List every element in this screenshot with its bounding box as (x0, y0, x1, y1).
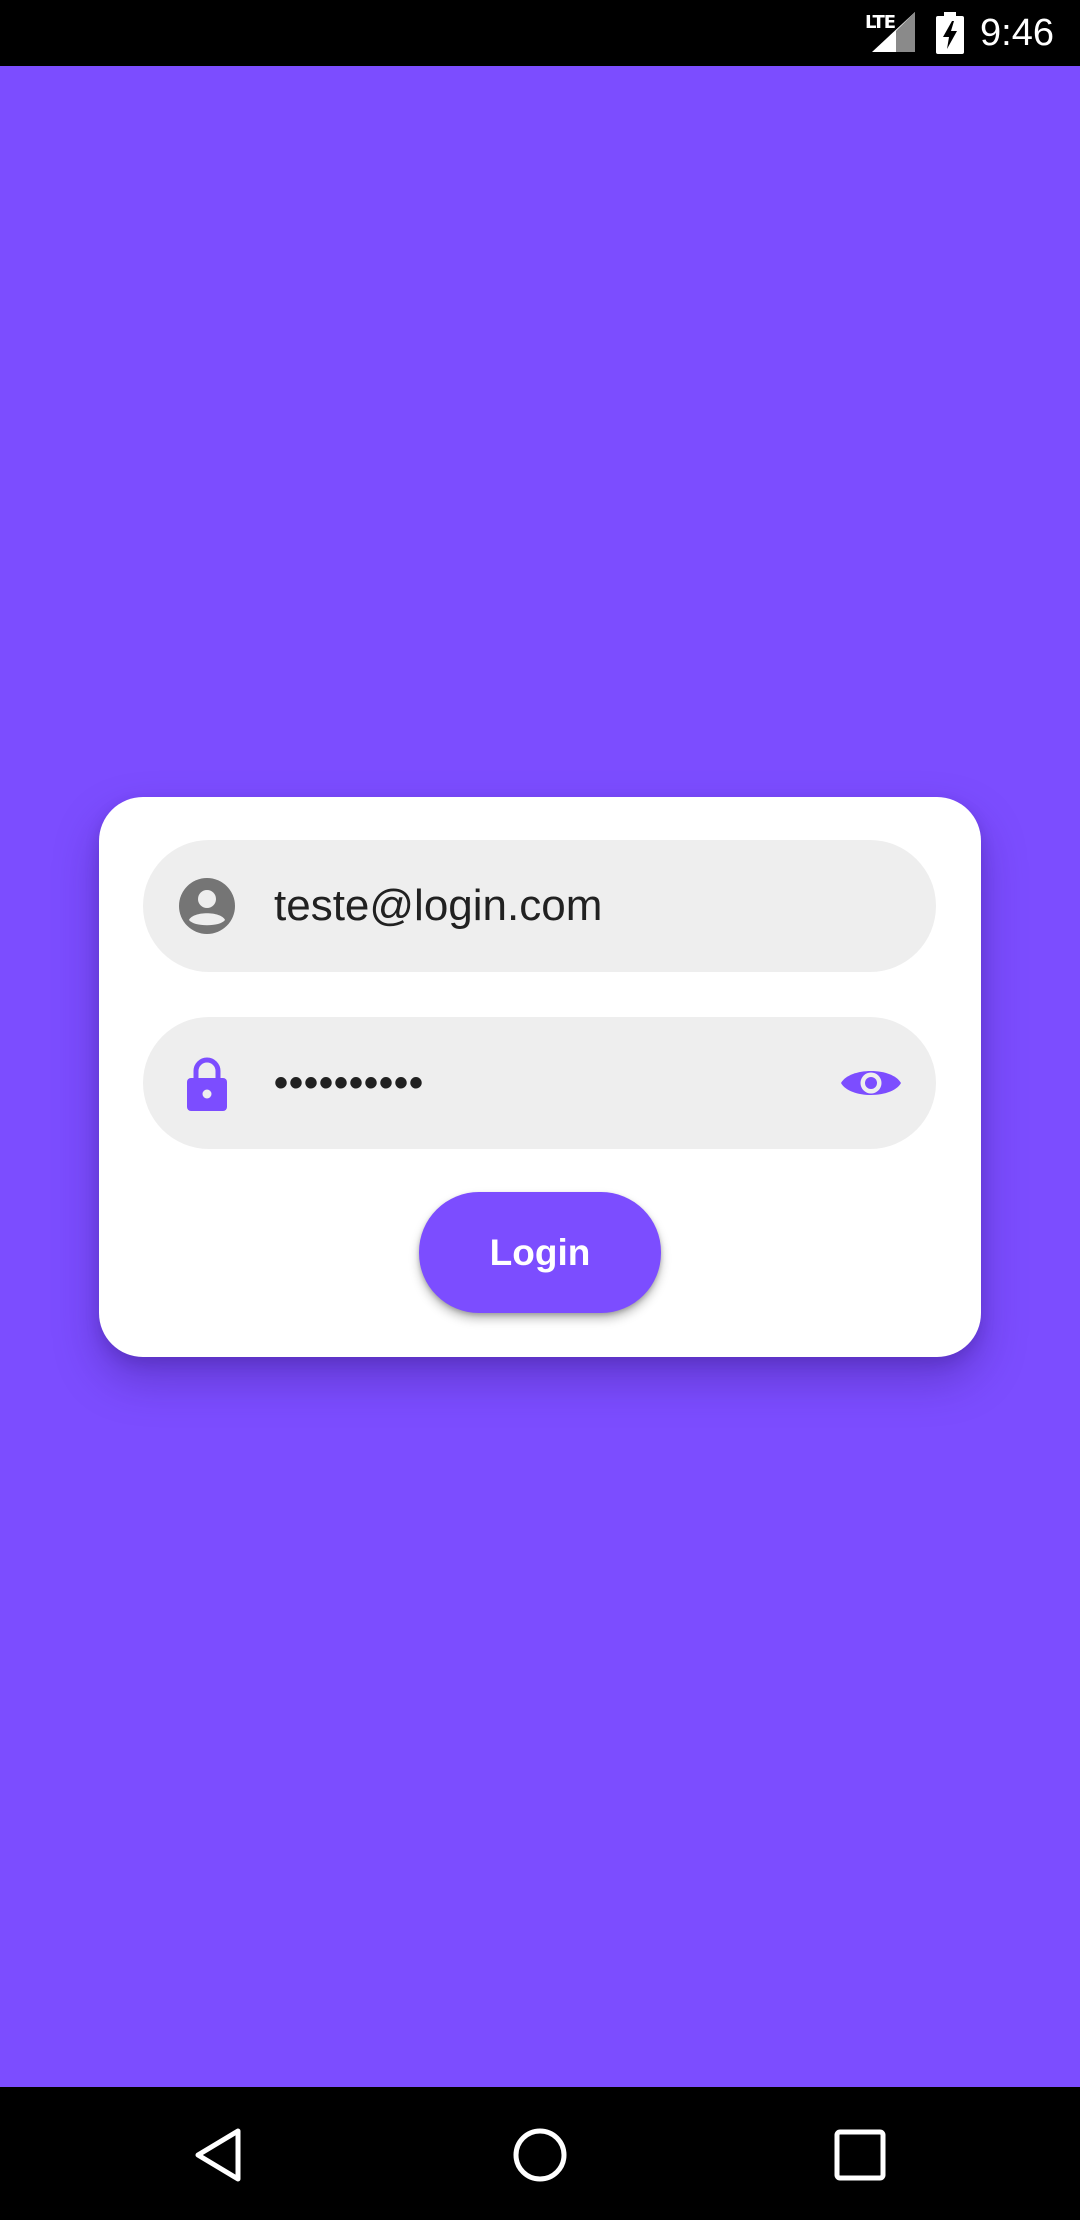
back-triangle-icon[interactable] (190, 2125, 250, 2185)
cell-signal-icon (872, 12, 915, 52)
email-input[interactable]: teste@login.com (274, 840, 602, 972)
login-button[interactable]: Login (419, 1192, 661, 1313)
clock: 9:46 (980, 12, 1054, 54)
battery-charging-icon (936, 12, 964, 54)
account-circle-icon (179, 878, 235, 934)
password-field[interactable]: •••••••••• (143, 1017, 936, 1149)
login-card: teste@login.com •••••••••• Login (99, 797, 981, 1357)
lock-icon (187, 1057, 227, 1111)
eye-icon[interactable] (840, 1055, 902, 1111)
recents-square-icon[interactable] (832, 2127, 888, 2183)
password-input[interactable]: •••••••••• (274, 1017, 424, 1149)
home-circle-icon[interactable] (510, 2125, 570, 2185)
status-bar: LTE 9:46 (0, 0, 1080, 66)
navigation-bar (0, 2087, 1080, 2220)
email-field[interactable]: teste@login.com (143, 840, 936, 972)
